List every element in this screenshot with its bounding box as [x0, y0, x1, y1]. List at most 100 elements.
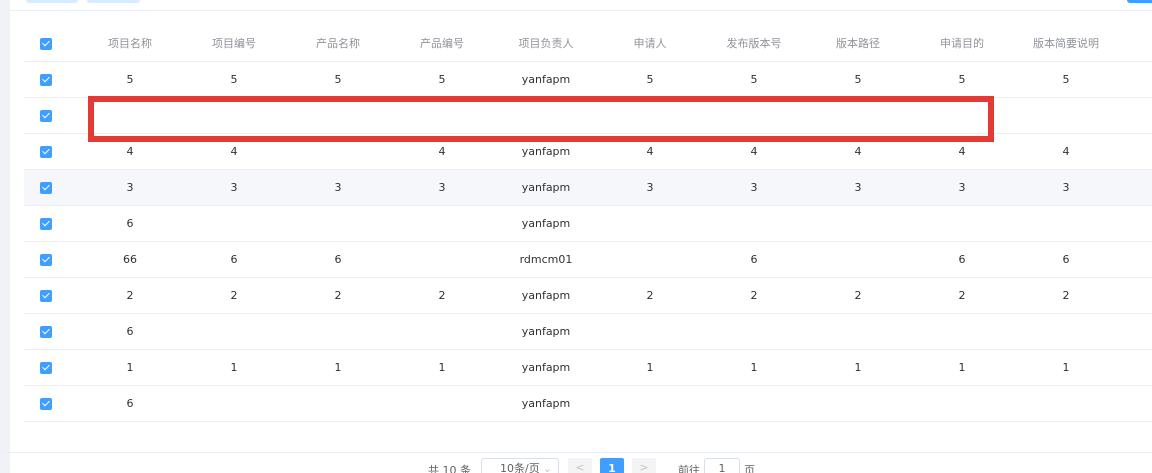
header-purpose[interactable]: 申请目的 — [906, 26, 1018, 62]
goto-page-input[interactable]: 1 — [704, 458, 740, 473]
cell-product-no: 3 — [438, 181, 446, 194]
cell-version-path — [802, 386, 914, 422]
table-row[interactable]: 2 2 2 2 yanfapm 2 2 2 2 2 — [24, 278, 1152, 314]
cell-applicant — [594, 386, 706, 422]
header-project-no[interactable]: 项目编号 — [178, 26, 290, 62]
cell-applicant: 1 — [646, 361, 654, 374]
cell-applicant — [594, 314, 706, 350]
cell-release-version — [698, 314, 810, 350]
toolbar-button-1[interactable] — [26, 0, 78, 3]
cell-version-path: 5 — [854, 73, 862, 86]
cell-project-no — [178, 206, 290, 242]
cell-project-owner: yanfapm — [521, 361, 571, 374]
prev-page-button[interactable]: < — [568, 458, 592, 473]
cell-project-name: 6 — [126, 325, 134, 338]
table-row[interactable]: 3 3 3 3 yanfapm 3 3 3 3 3 — [24, 170, 1152, 206]
header-version-summary[interactable]: 版本简要说明 — [1010, 26, 1122, 62]
cell-version-summary: 3 — [1062, 181, 1070, 194]
cell-project-name: 66 — [123, 253, 137, 266]
cell-product-name — [282, 386, 394, 422]
cell-product-name: 1 — [334, 361, 342, 374]
header-project-name[interactable]: 项目名称 — [74, 26, 186, 62]
cell-version-path: 3 — [854, 181, 862, 194]
cell-applicant — [594, 206, 706, 242]
row-checkbox[interactable] — [40, 74, 52, 86]
cell-version-path — [802, 242, 914, 278]
row-checkbox[interactable] — [40, 398, 52, 410]
cell-version-summary: 1 — [1062, 361, 1070, 374]
header-project-owner[interactable]: 项目负责人 — [490, 26, 602, 62]
row-checkbox[interactable] — [40, 290, 52, 302]
cell-project-no: 3 — [230, 181, 238, 194]
cell-project-name: 1 — [126, 361, 134, 374]
cell-project-no: 5 — [230, 73, 238, 86]
table-row[interactable]: 6 yanfapm — [24, 386, 1152, 422]
next-page-button[interactable]: > — [632, 458, 656, 473]
cell-project-owner: rdmcm01 — [519, 253, 573, 266]
cell-product-no: 2 — [438, 289, 446, 302]
cell-product-name — [282, 206, 394, 242]
header-version-path[interactable]: 版本路径 — [802, 26, 914, 62]
cell-project-no — [178, 314, 290, 350]
header-product-no[interactable]: 产品编号 — [386, 26, 498, 62]
select-all-checkbox[interactable] — [40, 38, 52, 50]
row-checkbox[interactable] — [40, 110, 52, 122]
cell-project-owner: yanfapm — [521, 325, 571, 338]
table-row[interactable]: 6 yanfapm — [24, 314, 1152, 350]
highlight-box — [88, 96, 994, 142]
table-header-row: 项目名称 项目编号 产品名称 产品编号 项目负责人 申请人 发布版本号 版本路径… — [24, 26, 1152, 62]
page-1-button[interactable]: 1 — [600, 458, 624, 473]
row-checkbox[interactable] — [40, 146, 52, 158]
cell-release-version: 5 — [750, 73, 758, 86]
cell-version-path: 1 — [854, 361, 862, 374]
table-row[interactable]: 6 yanfapm — [24, 206, 1152, 242]
cell-applicant: 5 — [646, 73, 654, 86]
cell-purpose: 6 — [958, 253, 966, 266]
table-row[interactable]: 66 6 6 rdmcm01 6 6 6 — [24, 242, 1152, 278]
cell-purpose — [906, 206, 1018, 242]
table-row[interactable]: 5 5 5 5 yanfapm 5 5 5 5 5 — [24, 62, 1152, 98]
cell-project-name: 2 — [126, 289, 134, 302]
row-checkbox[interactable] — [40, 218, 52, 230]
cell-product-no — [386, 386, 498, 422]
cell-project-owner: yanfapm — [521, 289, 571, 302]
toolbar-button-3[interactable] — [1127, 0, 1152, 3]
cell-product-name: 3 — [334, 181, 342, 194]
page-unit-label: 页 — [744, 464, 755, 473]
cell-version-path — [802, 314, 914, 350]
cell-purpose: 2 — [958, 289, 966, 302]
cell-project-owner: yanfapm — [521, 181, 571, 194]
cell-applicant: 3 — [646, 181, 654, 194]
toolbar-button-2[interactable] — [87, 0, 140, 3]
row-checkbox[interactable] — [40, 362, 52, 374]
goto-label: 前往 — [678, 464, 700, 473]
cell-project-no: 6 — [230, 253, 238, 266]
cell-product-no — [386, 206, 498, 242]
cell-product-no: 1 — [438, 361, 446, 374]
cell-project-owner: yanfapm — [521, 397, 571, 410]
cell-project-name: 3 — [126, 181, 134, 194]
cell-product-name: 6 — [334, 253, 342, 266]
cell-release-version — [698, 206, 810, 242]
cell-release-version — [698, 386, 810, 422]
row-checkbox[interactable] — [40, 326, 52, 338]
cell-version-summary — [1010, 386, 1122, 422]
page-size-select[interactable]: 10条/页 ⌄ — [481, 458, 559, 473]
chevron-down-icon: ⌄ — [542, 462, 552, 473]
cell-project-no: 1 — [230, 361, 238, 374]
cell-product-no — [386, 242, 498, 278]
cell-version-summary: 4 — [1062, 145, 1070, 158]
cell-product-name — [282, 314, 394, 350]
row-checkbox[interactable] — [40, 182, 52, 194]
pagination: 共 10 条 10条/页 ⌄ < 1 > 前往 1 页 — [0, 452, 1152, 473]
table-row[interactable]: 1 1 1 1 yanfapm 1 1 1 1 1 — [24, 350, 1152, 386]
cell-version-path — [802, 206, 914, 242]
row-checkbox[interactable] — [40, 254, 52, 266]
header-applicant[interactable]: 申请人 — [594, 26, 706, 62]
content-panel: 项目名称 项目编号 产品名称 产品编号 项目负责人 申请人 发布版本号 版本路径… — [10, 0, 1152, 473]
divider — [10, 10, 1152, 11]
header-product-name[interactable]: 产品名称 — [282, 26, 394, 62]
cell-version-summary — [1010, 314, 1122, 350]
cell-project-no — [178, 386, 290, 422]
header-release-version[interactable]: 发布版本号 — [698, 26, 810, 62]
